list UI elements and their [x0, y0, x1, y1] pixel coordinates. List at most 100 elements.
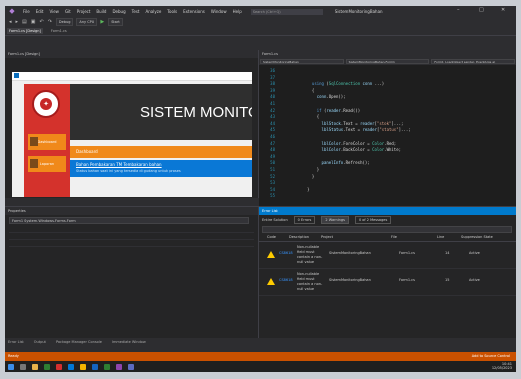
errors-toggle[interactable]: 0 Errors [293, 216, 316, 224]
info-link[interactable]: Bahan Pembakaran TM Tembakaran bahan [76, 162, 162, 167]
dashboard-icon [30, 137, 38, 146]
start-menu-icon[interactable] [8, 363, 14, 370]
col-project[interactable]: Project [321, 234, 391, 241]
tab-package-manager[interactable]: Package Manager Console [56, 338, 102, 346]
code-line: lblStock.Text = reader["stok"]...; [321, 120, 404, 126]
col-description[interactable]: Description [289, 234, 321, 241]
redo-icon[interactable]: ↷ [48, 19, 52, 25]
editor-header[interactable]: Form1.cs [259, 50, 516, 58]
file-explorer-icon[interactable] [32, 363, 38, 370]
tab-error-list[interactable]: Error List [8, 338, 24, 346]
error-project: SistemMonitoringBahan [329, 251, 371, 255]
member-dropdown[interactable]: Form1_Load(object sender, EventArgs e) [431, 59, 516, 64]
maximize-icon[interactable]: □ [479, 7, 484, 13]
new-file-icon[interactable]: ▤ [22, 19, 27, 25]
side-button-dashboard[interactable]: Dashboard [28, 134, 66, 150]
code-area[interactable]: 36 37 38 39 40 41 42 43 44 45 46 47 48 49 50 51 … [259, 68, 516, 206]
menu-view[interactable]: View [46, 9, 62, 14]
start-icon[interactable]: ▶ [100, 19, 104, 25]
col-file[interactable]: File [391, 234, 437, 241]
menu-build[interactable]: Build [93, 9, 109, 14]
property-row[interactable] [9, 240, 254, 247]
forward-icon[interactable]: ▸ [16, 19, 19, 25]
error-list-panel: Error List Entire Solution 0 Errors 2 Wa… [259, 206, 516, 339]
teams-icon[interactable] [128, 363, 134, 370]
info-text: Status bahan saat ini yang tersedia di g… [76, 169, 181, 173]
menu-extensions[interactable]: Extensions [180, 9, 208, 14]
col-suppression[interactable]: Suppression State [461, 234, 493, 241]
project-dropdown[interactable]: SistemMonitoringBahan [260, 59, 344, 64]
error-code[interactable]: CS8618 [279, 251, 293, 255]
menu-window[interactable]: Window [208, 9, 230, 14]
menu-bar: ◆ File Edit View Git Project Build Debug… [5, 6, 516, 17]
chrome-icon[interactable] [44, 363, 50, 370]
menu-edit[interactable]: Edit [33, 9, 47, 14]
col-line[interactable]: Line [437, 234, 461, 241]
excel-icon[interactable] [104, 363, 110, 370]
warnings-toggle[interactable]: 2 Warnings [321, 216, 349, 224]
menu-debug[interactable]: Debug [109, 9, 128, 14]
error-code[interactable]: CS8618 [279, 278, 293, 282]
system-clock[interactable]: 10:41 12/05/2023 [492, 362, 512, 370]
undo-icon[interactable]: ↶ [40, 19, 44, 25]
error-project: SistemMonitoringBahan [329, 278, 371, 282]
error-search-input[interactable] [262, 226, 512, 233]
search-icon[interactable] [20, 363, 26, 370]
error-description: Non-nullable field must contain a non-nu… [297, 245, 323, 264]
toolbar: ◂ ▸ ▤ ▣ ↶ ↷ Debug Any CPU ▶ Start [5, 17, 516, 27]
status-ready: Ready [8, 354, 19, 358]
form-preview[interactable]: ✦ Dashboard Laporan SISTEM MONITORING Da… [12, 72, 252, 197]
save-icon[interactable]: ▣ [31, 19, 36, 25]
table-row[interactable]: CS8618 Non-nullable field must contain a… [259, 242, 516, 269]
start-button[interactable]: Start [108, 18, 123, 26]
properties-panel: Properties Form1 System.Windows.Forms.Fo… [5, 206, 259, 339]
bottom-tool-tabs: Error List Output Package Manager Consol… [5, 338, 516, 346]
designer-header[interactable]: Form1.cs [Design] [5, 50, 258, 58]
messages-toggle[interactable]: 0 of 2 Messages [354, 216, 392, 224]
col-code[interactable]: Code [267, 234, 289, 241]
app-logo: ✦ [32, 90, 60, 118]
menu-test[interactable]: Test [129, 9, 143, 14]
close-icon[interactable]: ✕ [501, 7, 505, 13]
menu-file[interactable]: File [20, 9, 33, 14]
navigation-bar: SistemMonitoringBahan SistemMonitoringBa… [259, 58, 516, 65]
menu-tools[interactable]: Tools [164, 9, 180, 14]
class-dropdown[interactable]: SistemMonitoringBahan.Form1 [345, 59, 430, 64]
tab-output[interactable]: Output [34, 338, 46, 346]
menu-project[interactable]: Project [74, 9, 94, 14]
form-title-bar [12, 72, 252, 81]
word-icon[interactable] [92, 363, 98, 370]
properties-header[interactable]: Properties [5, 207, 258, 215]
side-button-laporan[interactable]: Laporan [28, 156, 66, 172]
code-line: using (SqlConnection conn ...) [311, 81, 385, 87]
status-bar: Ready Add to Source Control [5, 352, 516, 361]
search-box[interactable]: Search (Ctrl+Q) [250, 8, 323, 15]
windows-taskbar: 10:41 12/05/2023 [5, 361, 516, 372]
menu-analyze[interactable]: Analyze [143, 9, 165, 14]
table-row[interactable]: CS8618 Non-nullable field must contain a… [259, 269, 516, 296]
visual-studio-icon[interactable] [116, 363, 122, 370]
source-control-button[interactable]: Add to Source Control [472, 352, 510, 361]
folder-icon[interactable] [80, 363, 86, 370]
app-icon[interactable] [56, 363, 62, 370]
property-row[interactable] [9, 233, 254, 240]
platform-dropdown[interactable]: Any CPU [76, 18, 98, 26]
tab-designer[interactable]: Form1.cs [Design] [7, 28, 43, 34]
object-selector[interactable]: Form1 System.Windows.Forms.Form [9, 217, 249, 224]
code-editor: Form1.cs SistemMonitoringBahan SistemMon… [259, 50, 516, 206]
error-line: 14 [445, 251, 450, 255]
config-dropdown[interactable]: Debug [55, 18, 74, 26]
back-icon[interactable]: ◂ [9, 19, 12, 25]
code-line: lblColor.BackColor = Color.White; [321, 147, 402, 153]
tab-immediate[interactable]: Immediate Window [112, 338, 146, 346]
error-list-header[interactable]: Error List [259, 207, 516, 215]
menu-help[interactable]: Help [230, 9, 245, 14]
edge-icon[interactable] [68, 363, 74, 370]
tab-code[interactable]: Form1.cs [51, 29, 67, 33]
minimize-icon[interactable]: – [457, 7, 460, 13]
scope-dropdown[interactable]: Entire Solution [262, 218, 288, 222]
property-row[interactable] [9, 226, 254, 233]
menu-git[interactable]: Git [62, 9, 74, 14]
